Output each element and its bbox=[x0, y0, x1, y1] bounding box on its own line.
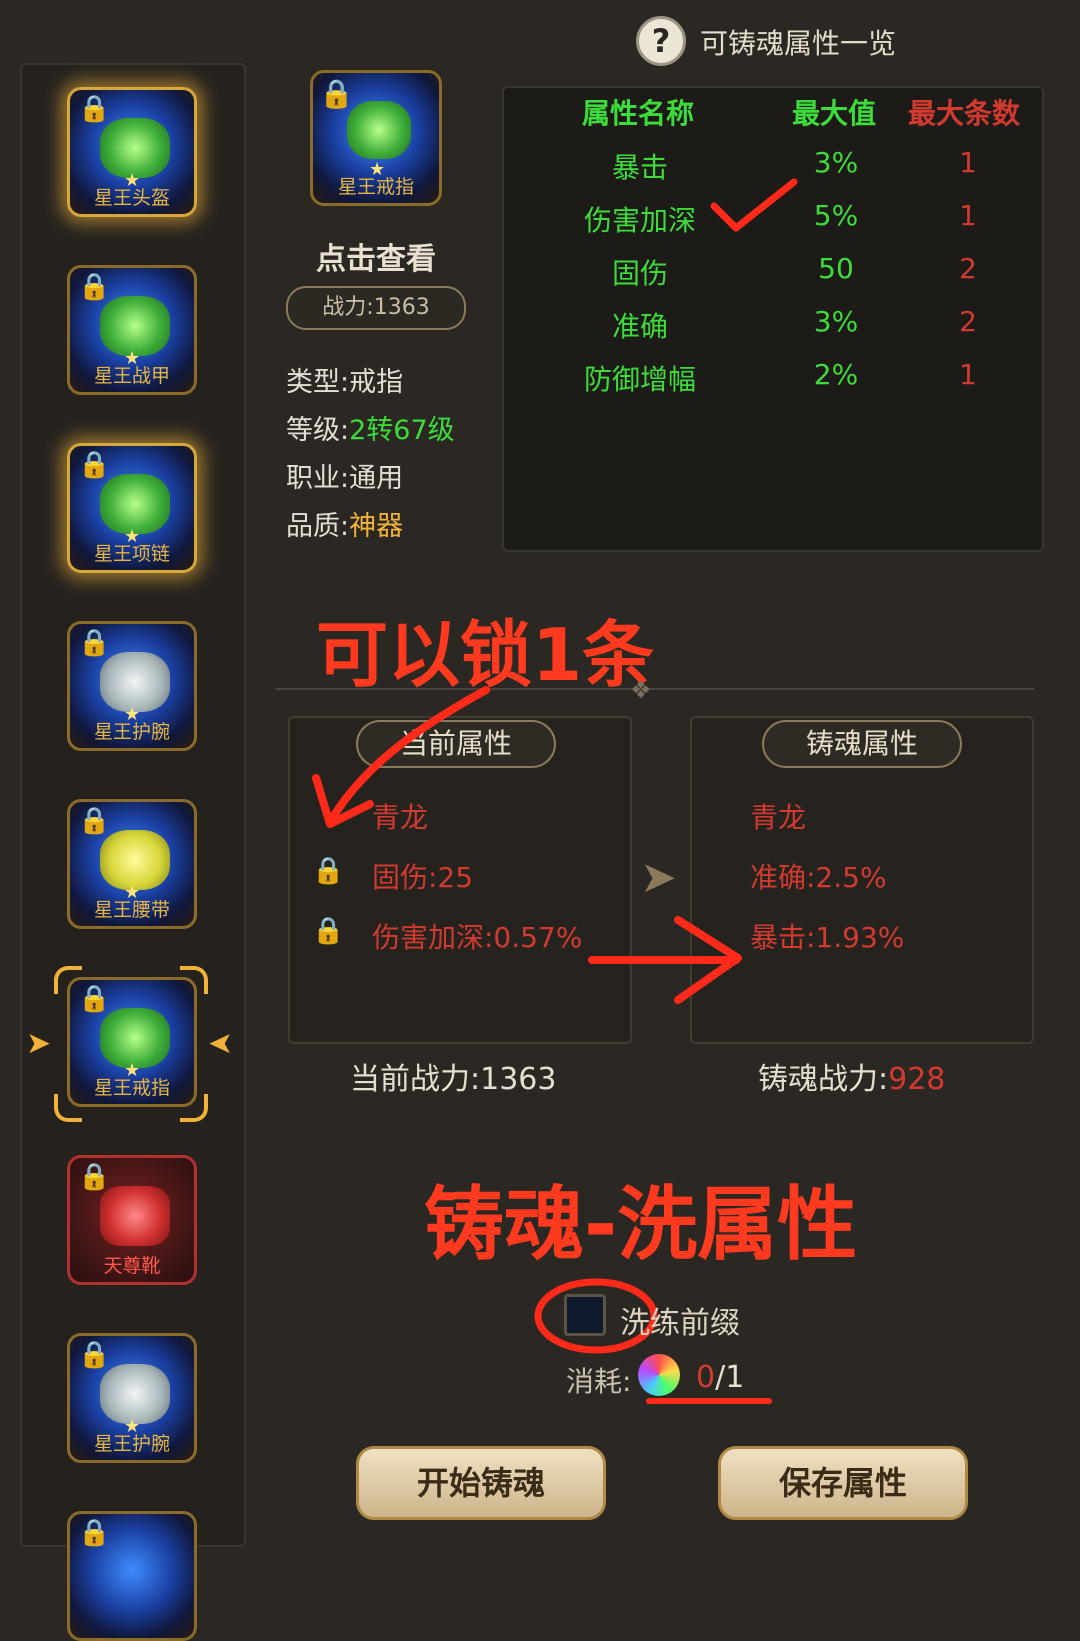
item-icon-label: 星王戒指 bbox=[337, 176, 414, 198]
forged-attr-line: 暴击:1.93% bbox=[750, 921, 905, 954]
slot-label: 星王护腕 bbox=[93, 721, 170, 743]
ring-item-icon bbox=[100, 1008, 170, 1068]
necklace-item-icon bbox=[100, 474, 170, 534]
slot-label: 星王护腕 bbox=[93, 1433, 170, 1455]
slot-armor[interactable]: 🔒 ★ 星王战甲 bbox=[67, 265, 197, 395]
selection-arrow-right-icon: ➤ bbox=[208, 1026, 234, 1061]
column-header: 属性名称 bbox=[582, 97, 695, 130]
current-attr-line: 固伤:25 bbox=[372, 861, 474, 894]
slot-belt[interactable]: 🔒 ★ 星王腰带 bbox=[67, 799, 197, 929]
current-attr-line: 伤害加深:0.57% bbox=[372, 921, 583, 954]
belt-item-icon bbox=[100, 830, 170, 890]
equipment-slot-column: 🔒 ★ 星王头盔 🔒 ★ 星王战甲 🔒 ★ 星王项链 🔒 ★ 星王护腕 🔒 ★ … bbox=[20, 63, 246, 1641]
selection-arrow-left-icon: ➤ bbox=[26, 1026, 52, 1061]
cost-label: 消耗: bbox=[566, 1365, 632, 1398]
checkmark-annotation-icon bbox=[710, 178, 798, 232]
divider-ornament-icon: ❖ bbox=[630, 676, 652, 704]
lock-icon: 🔒 bbox=[78, 450, 111, 480]
table-cell: 2 bbox=[959, 252, 977, 285]
cost-value: 0/1 bbox=[696, 1360, 745, 1395]
slot-ring[interactable]: 🔒 ★ 星王戒指 bbox=[67, 977, 197, 1107]
underline-annotation-icon bbox=[646, 1398, 772, 1404]
forged-attrs-prefix: 青龙 bbox=[750, 801, 807, 834]
bracer-item-icon bbox=[100, 1364, 170, 1424]
boots-item-icon bbox=[100, 1186, 170, 1246]
table-cell: 1 bbox=[959, 199, 977, 232]
refine-prefix-label: 洗练前缀 bbox=[620, 1306, 740, 1341]
forged-power: 铸魂战力:928 bbox=[758, 1062, 946, 1097]
attr-lock-toggle-icon[interactable]: 🔒 bbox=[312, 856, 344, 886]
slot-partial[interactable]: 🔒 bbox=[67, 1511, 197, 1641]
ring-gem-icon bbox=[347, 101, 411, 159]
lock-icon: 🔒 bbox=[78, 94, 111, 124]
forged-attr-line: 准确:2.5% bbox=[750, 861, 887, 894]
table-cell: 准确 bbox=[611, 310, 668, 343]
soul-gem-icon bbox=[638, 1354, 680, 1396]
lock-icon: 🔒 bbox=[78, 806, 111, 836]
save-attrs-button[interactable]: 保存属性 bbox=[718, 1446, 968, 1520]
selected-item-icon[interactable]: 🔒 ★ 星王戒指 bbox=[310, 70, 442, 206]
slot-label: 星王头盔 bbox=[93, 187, 170, 209]
slot-necklace[interactable]: 🔒 ★ 星王项链 bbox=[67, 443, 197, 573]
lock-icon: 🔒 bbox=[78, 628, 111, 658]
table-cell: 固伤 bbox=[611, 257, 668, 290]
lock-icon: 🔒 bbox=[78, 1340, 111, 1370]
table-cell: 防御增幅 bbox=[583, 363, 696, 396]
attr-lock-toggle-icon[interactable]: 🔒 bbox=[312, 916, 344, 946]
item-class: 职业:通用 bbox=[286, 463, 404, 494]
start-forge-button[interactable]: 开始铸魂 bbox=[356, 1446, 606, 1520]
annotation-caption: 铸魂-洗属性 bbox=[424, 1178, 858, 1271]
lock-icon: 🔒 bbox=[78, 272, 111, 302]
item-type: 类型:戒指 bbox=[286, 367, 404, 398]
current-power: 当前战力:1363 bbox=[350, 1062, 557, 1097]
lock-icon: 🔒 bbox=[78, 984, 111, 1014]
slot-label: 星王腰带 bbox=[93, 899, 170, 921]
slot-helmet[interactable]: 🔒 ★ 星王头盔 bbox=[67, 87, 197, 217]
slot-label: 星王战甲 bbox=[93, 365, 170, 387]
selection-bracket-icon bbox=[54, 1094, 82, 1122]
selection-bracket-icon bbox=[54, 966, 82, 994]
table-cell: 1 bbox=[959, 146, 977, 179]
slot-bracer-2[interactable]: 🔒 ★ 星王护腕 bbox=[67, 1333, 197, 1463]
lock-icon: 🔒 bbox=[78, 1518, 111, 1548]
helmet-item-icon bbox=[100, 118, 170, 178]
table-cell: 1 bbox=[959, 358, 977, 391]
slot-label: 星王戒指 bbox=[93, 1077, 170, 1099]
selection-bracket-icon bbox=[180, 1094, 208, 1122]
slot-boots[interactable]: 🔒 天尊靴 bbox=[67, 1155, 197, 1285]
item-power: 战力:1363 bbox=[286, 286, 466, 330]
column-header: 最大值 bbox=[792, 97, 877, 130]
help-icon[interactable]: ? bbox=[636, 16, 686, 66]
selection-bracket-icon bbox=[180, 966, 208, 994]
click-view-link[interactable]: 点击查看 bbox=[286, 234, 466, 278]
item-level: 等级:2转67级 bbox=[286, 415, 455, 446]
lock-icon: 🔒 bbox=[78, 1162, 111, 1192]
bracer-item-icon bbox=[100, 652, 170, 712]
curved-arrow-annotation-icon bbox=[312, 686, 490, 828]
slot-bracer[interactable]: 🔒 ★ 星王护腕 bbox=[67, 621, 197, 751]
slot-label: 天尊靴 bbox=[103, 1255, 161, 1277]
table-cell: 2 bbox=[959, 305, 977, 338]
slot-label: 星王项链 bbox=[93, 543, 170, 565]
armor-item-icon bbox=[100, 296, 170, 356]
attribute-table: 属性名称 最大值 最大条数 暴击 3% 1 伤害加深 5% 1 固伤 50 2 … bbox=[502, 86, 1044, 552]
header-title: 可铸魂属性一览 bbox=[700, 27, 897, 60]
straight-arrow-annotation-icon bbox=[588, 916, 742, 1004]
item-quality: 品质:神器 bbox=[286, 511, 404, 542]
forged-attrs-title: 铸魂属性 bbox=[762, 720, 962, 768]
lock-icon: 🔒 bbox=[319, 77, 354, 110]
column-header: 最大条数 bbox=[908, 97, 1021, 130]
transform-arrow-icon: ➤ bbox=[640, 852, 677, 903]
